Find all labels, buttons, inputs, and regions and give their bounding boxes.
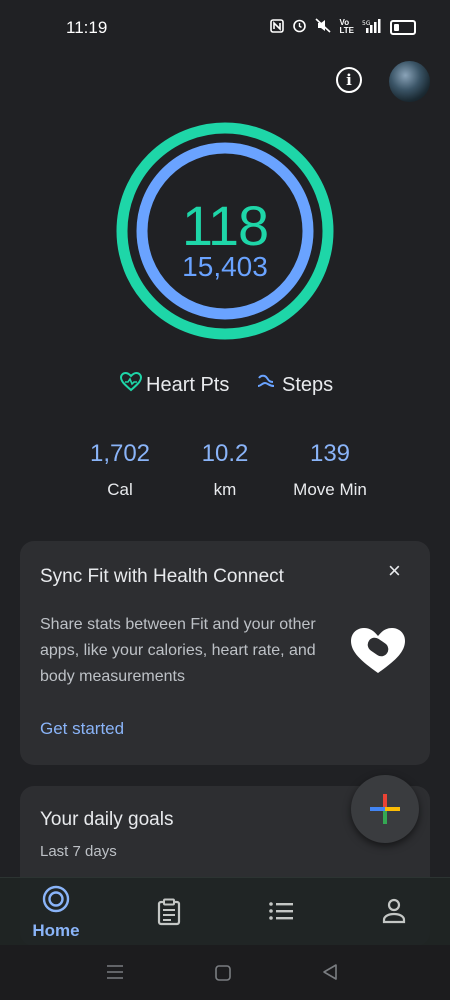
stat-move-min: 139 Move Min	[275, 440, 385, 500]
info-button[interactable]: i	[336, 67, 362, 93]
journal-icon[interactable]	[156, 898, 182, 926]
heart-icon	[119, 371, 143, 398]
legend-heart-label: Heart Pts	[146, 373, 230, 396]
legend-heart-pts: Heart Pts	[119, 371, 230, 398]
alarm-icon	[292, 18, 307, 36]
add-button[interactable]	[351, 775, 419, 843]
profile-icon[interactable]	[382, 898, 406, 924]
legend-steps: Steps	[256, 372, 333, 398]
mute-icon	[315, 18, 332, 36]
plus-icon	[370, 794, 400, 824]
stat-value: 1,702	[89, 440, 151, 467]
home-system-icon[interactable]	[214, 964, 232, 982]
browse-list-icon[interactable]	[268, 901, 294, 921]
svg-text:5G: 5G	[362, 20, 371, 27]
card-body: Share stats between Fit and your other a…	[40, 616, 316, 685]
back-icon[interactable]	[321, 963, 339, 981]
nfc-icon	[270, 18, 285, 36]
steps-value: 15,403	[182, 251, 268, 282]
stat-value: 139	[309, 440, 351, 467]
legend-steps-label: Steps	[282, 373, 334, 396]
volte-icon: Vo LTE	[339, 18, 354, 35]
status-icons: Vo LTE 5G	[270, 18, 416, 36]
goals-title: Your daily goals	[40, 809, 174, 830]
home-rings-icon	[42, 885, 70, 913]
stat-label: Move Min	[293, 480, 367, 499]
goals-subtitle: Last 7 days	[40, 843, 117, 860]
nav-home[interactable]: Home	[20, 884, 92, 941]
card-title: Sync Fit with Health Connect	[40, 566, 284, 587]
steps-icon	[256, 372, 278, 398]
close-icon[interactable]: ×	[388, 558, 401, 584]
get-started-button[interactable]: Get started	[40, 719, 124, 739]
avatar[interactable]	[389, 61, 430, 102]
signal-icon: 5G	[362, 18, 382, 36]
nav-home-label: Home	[32, 921, 80, 940]
recent-apps-icon[interactable]	[106, 964, 124, 980]
status-time: 11:19	[66, 18, 108, 37]
battery-icon	[390, 19, 416, 35]
stat-label: Cal	[107, 480, 133, 499]
heart-points-value: 118	[181, 194, 269, 257]
health-connect-icon	[351, 628, 405, 673]
stat-distance: 10.2 km	[170, 440, 280, 500]
stat-label: km	[213, 480, 237, 499]
stat-value: 10.2	[201, 440, 249, 467]
stat-calories: 1,702 Cal	[65, 440, 175, 500]
